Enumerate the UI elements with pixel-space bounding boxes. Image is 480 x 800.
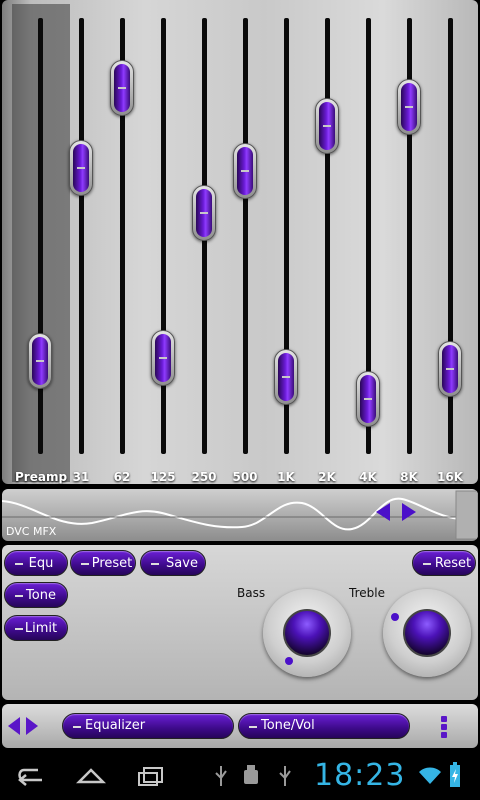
reset-label: Reset	[434, 555, 472, 571]
eq-track-500[interactable]	[243, 18, 248, 454]
tab-tone-vol-label: Tone/Vol	[261, 718, 315, 733]
dash-icon	[81, 563, 89, 565]
eq-slider-125[interactable]	[151, 329, 175, 386]
tab-equalizer-label: Equalizer	[85, 718, 146, 733]
preset-button[interactable]: Preset	[70, 550, 136, 576]
usb-icon	[215, 766, 227, 786]
dash-icon	[249, 726, 257, 728]
dash-icon	[73, 726, 81, 728]
save-label: Save	[166, 555, 198, 571]
reset-button[interactable]: Reset	[412, 550, 476, 576]
battery-charging-icon	[450, 762, 460, 787]
eq-track-125[interactable]	[161, 18, 166, 454]
recent-apps-icon[interactable]	[136, 764, 166, 788]
bass-label: Bass	[237, 586, 266, 600]
eq-slider-500[interactable]	[233, 143, 257, 200]
treble-dial-center	[403, 609, 451, 657]
wave-label: DVC MFX	[6, 525, 57, 538]
limit-button[interactable]: Limit	[4, 615, 68, 641]
tab-equalizer[interactable]: Equalizer	[62, 713, 234, 739]
equ-button[interactable]: Equ	[4, 550, 68, 576]
overflow-menu-icon[interactable]	[440, 716, 448, 738]
eq-track-31[interactable]	[79, 18, 84, 454]
back-icon[interactable]	[16, 764, 46, 788]
prev-page-icon[interactable]	[8, 717, 20, 735]
treble-dial[interactable]	[383, 589, 471, 677]
equ-label: Equ	[28, 555, 54, 571]
system-navigation-bar: 18:23	[0, 752, 480, 800]
wave-right-arrow-icon[interactable]	[402, 503, 416, 521]
usb-connection-icon	[279, 766, 291, 786]
tone-label: Tone	[26, 587, 56, 603]
dash-icon	[423, 563, 431, 565]
status-clock: 18:23	[314, 758, 406, 793]
eq-slider-250[interactable]	[192, 185, 216, 242]
dash-icon	[151, 563, 159, 565]
save-button[interactable]: Save	[140, 550, 206, 576]
controls-panel: Equ Tone Limit Preset Save Reset Bass Tr…	[2, 545, 478, 700]
android-debug-icon	[244, 765, 258, 784]
treble-label: Treble	[349, 586, 385, 600]
treble-indicator-icon	[391, 613, 399, 621]
dash-icon	[15, 595, 23, 597]
eq-slider-31[interactable]	[69, 139, 93, 196]
eq-band-label: 16K	[437, 470, 463, 484]
limit-label: Limit	[24, 620, 58, 636]
dash-icon	[15, 563, 23, 565]
eq-slider-preamp[interactable]	[28, 333, 52, 390]
eq-slider-16k[interactable]	[438, 341, 462, 397]
bass-dial-center	[283, 609, 331, 657]
equalizer-panel: Preamp 31 62 125 250 500 1K 2K 4K 8K 16K	[2, 0, 478, 484]
preset-label: Preset	[91, 555, 133, 571]
wave-left-arrow-icon[interactable]	[376, 503, 390, 521]
eq-slider-4k[interactable]	[356, 371, 380, 428]
dash-icon	[15, 628, 23, 630]
bass-indicator-icon	[285, 657, 293, 665]
eq-slider-2k[interactable]	[315, 97, 339, 154]
bass-dial[interactable]	[263, 589, 351, 677]
tone-button[interactable]: Tone	[4, 582, 68, 608]
eq-slider-1k[interactable]	[274, 348, 298, 405]
home-icon[interactable]	[76, 764, 106, 788]
wifi-icon	[419, 767, 441, 784]
next-page-icon[interactable]	[26, 717, 38, 735]
eq-slider-8k[interactable]	[397, 78, 421, 135]
waveform-strip	[2, 489, 478, 541]
bottom-tab-bar: Equalizer Tone/Vol	[2, 704, 478, 748]
tab-tone-vol[interactable]: Tone/Vol	[238, 713, 410, 739]
eq-slider-62[interactable]	[110, 59, 134, 116]
eq-track-2k[interactable]	[325, 18, 330, 454]
